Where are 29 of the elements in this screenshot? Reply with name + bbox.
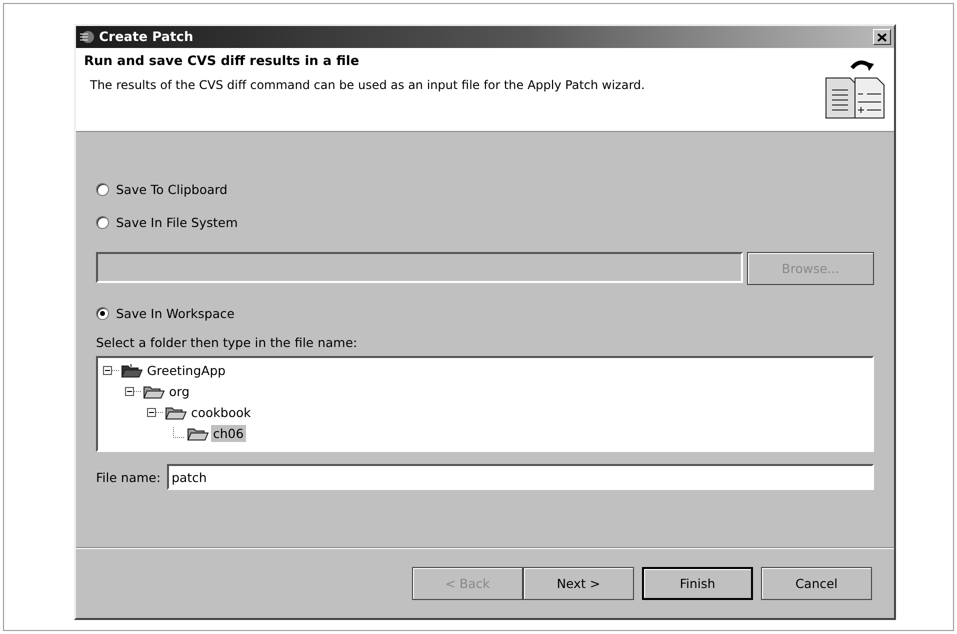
folder-icon [165, 404, 187, 420]
radio-button[interactable] [96, 306, 109, 320]
radio-label: Save To Clipboard [116, 182, 228, 196]
collapse-icon[interactable] [103, 365, 119, 376]
collapse-icon[interactable] [125, 386, 141, 397]
tree-item[interactable]: cookbook [189, 404, 253, 421]
radio-label: Save In Workspace [116, 306, 235, 320]
wizard-button[interactable]: Cancel [761, 567, 872, 600]
window-title: Create Patch [99, 30, 194, 44]
app-icon [79, 30, 95, 44]
folder-icon [187, 426, 209, 442]
radio-button[interactable] [96, 182, 109, 196]
header-title: Run and save CVS diff results in a file [84, 54, 360, 69]
radio-label: Save In File System [116, 214, 238, 230]
radio-button[interactable] [96, 216, 109, 228]
tree-item[interactable]: org [167, 383, 192, 400]
header-description: The results of the CVS diff command can be used as an input file for the Apply Patch wizard. [89, 78, 646, 92]
wizard-button[interactable]: Next > [523, 567, 634, 600]
file-name-label: File name: [96, 470, 161, 484]
tree-item[interactable]: ch06 [211, 425, 246, 442]
project-folder-icon [121, 362, 143, 378]
close-button[interactable] [873, 29, 891, 45]
folder-icon [143, 384, 165, 400]
tree-label: Select a folder then type in the file name: [96, 335, 358, 350]
tree-item[interactable]: GreetingApp [145, 362, 228, 379]
collapse-icon[interactable] [147, 407, 163, 418]
file-name-field[interactable]: patch [166, 464, 874, 490]
wizard-button[interactable]: Finish [642, 567, 753, 600]
close-icon [877, 32, 887, 42]
